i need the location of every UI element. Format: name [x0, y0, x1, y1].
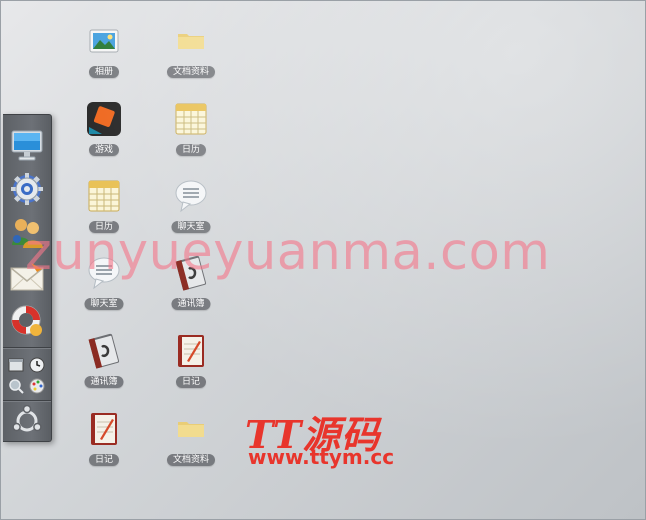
desktop-icon-calendar[interactable]: 日历: [151, 101, 231, 177]
desktop-icon-label: 日记: [88, 454, 120, 466]
desktop-icon-label: 文档资料: [166, 66, 216, 78]
search-icon[interactable]: [8, 378, 24, 394]
game-icon: [86, 101, 122, 137]
desktop-icon-diary[interactable]: 日记: [151, 333, 231, 409]
photo-album-icon: [86, 23, 122, 59]
desktop-icon-label: 通讯簿: [171, 298, 211, 310]
calendar-icon: [173, 101, 209, 137]
desktop-icon-label: 文档资料: [166, 454, 216, 466]
dock-divider: [3, 347, 51, 349]
calendar-icon: [86, 178, 122, 214]
folder-icon: [173, 23, 209, 59]
desktop-icon-game[interactable]: 游戏: [64, 101, 144, 177]
desktop-icon-label: 日历: [175, 144, 207, 156]
diary-icon: [173, 333, 209, 369]
watermark-text: zunyueyuanma.com: [25, 223, 551, 282]
ubuntu-logo-icon[interactable]: [11, 404, 43, 437]
desktop-icon-label: 日记: [175, 376, 207, 388]
folder-icon: [173, 411, 209, 447]
desktop-icon-label: 相册: [88, 66, 120, 78]
desktop: 相册 文档资料 游戏 日历 日历 聊天室 聊天室 通讯簿 通讯簿 日记 日记 文…: [0, 0, 646, 520]
desktop-icon-photo-album[interactable]: 相册: [64, 23, 144, 99]
monitor-icon[interactable]: [9, 127, 45, 163]
desktop-icon-diary[interactable]: 日记: [64, 411, 144, 487]
settings-gear-icon[interactable]: [9, 171, 45, 207]
clock-icon[interactable]: [29, 357, 45, 373]
chat-bubble-icon: [173, 178, 209, 214]
desktop-icon-label: 聊天室: [84, 298, 124, 310]
palette-icon[interactable]: [29, 378, 45, 394]
dock-divider: [3, 400, 51, 402]
desktop-icon-address-book[interactable]: 通讯簿: [64, 333, 144, 409]
desktop-icon-label: 通讯簿: [84, 376, 124, 388]
desktop-icon-documents[interactable]: 文档资料: [151, 411, 231, 487]
window-icon[interactable]: [8, 357, 24, 373]
desktop-icon-label: 游戏: [88, 144, 120, 156]
desktop-icon-documents[interactable]: 文档资料: [151, 23, 231, 99]
help-lifebuoy-icon[interactable]: [9, 303, 45, 339]
diary-icon: [86, 411, 122, 447]
address-book-icon: [86, 333, 122, 369]
watermark-logo-url: www.ttym.cc: [248, 445, 395, 469]
